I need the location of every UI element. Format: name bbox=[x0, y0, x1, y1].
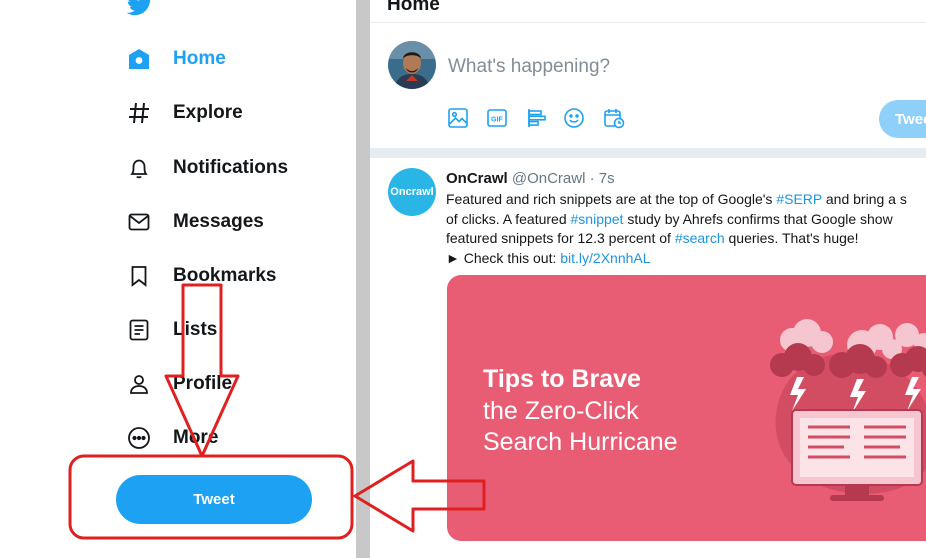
list-icon bbox=[126, 317, 152, 343]
sidebar-item-label: Explore bbox=[173, 102, 243, 123]
sidebar-item-bookmarks[interactable]: Bookmarks bbox=[126, 259, 277, 293]
tweet-image-card[interactable]: Tips to Brave the Zero-Click Search Hurr… bbox=[447, 275, 926, 541]
sidebar-item-label: Lists bbox=[173, 319, 218, 340]
home-icon bbox=[126, 46, 152, 72]
hashtag-icon bbox=[126, 100, 152, 126]
schedule-icon[interactable] bbox=[602, 106, 626, 130]
screenshot: Home Explore Notifications Messages Book bbox=[0, 0, 926, 558]
more-icon bbox=[126, 425, 152, 451]
image-icon[interactable] bbox=[446, 106, 470, 130]
tweet-text-segment: Featured and rich snippets are at the to… bbox=[446, 191, 777, 207]
sidebar-item-home[interactable]: Home bbox=[126, 42, 226, 76]
tweet-text-segment: featured snippets for 12.3 percent of bbox=[446, 230, 675, 246]
poll-icon[interactable] bbox=[525, 106, 549, 130]
sidebar-item-explore[interactable]: Explore bbox=[126, 96, 243, 130]
column-divider bbox=[356, 0, 370, 558]
page-title: Home bbox=[387, 0, 440, 15]
tweet-avatar[interactable]: Oncrawl bbox=[388, 168, 436, 216]
sidebar-item-messages[interactable]: Messages bbox=[126, 205, 264, 239]
main-timeline: Home GIF Twe bbox=[370, 0, 926, 558]
hashtag-link[interactable]: #SERP bbox=[776, 191, 822, 207]
sidebar-item-label: More bbox=[173, 427, 219, 448]
header-divider bbox=[370, 22, 926, 23]
sidebar-item-label: Messages bbox=[173, 211, 264, 232]
compose-input[interactable] bbox=[448, 56, 828, 78]
url-link[interactable]: bit.ly/2XnnhAL bbox=[560, 250, 650, 266]
twitter-logo-icon[interactable] bbox=[126, 0, 154, 16]
sidebar-item-label: Bookmarks bbox=[173, 265, 277, 286]
sidebar-item-label: Home bbox=[173, 48, 226, 69]
person-icon bbox=[126, 371, 152, 397]
tweet-text: Featured and rich snippets are at the to… bbox=[446, 190, 926, 268]
hashtag-link[interactable]: #snippet bbox=[571, 211, 624, 227]
tweet-meta: @OnCrawl · 7s bbox=[511, 170, 615, 187]
bell-icon bbox=[126, 155, 152, 181]
sidebar-item-more[interactable]: More bbox=[126, 421, 218, 455]
tweet-header: OnCrawl @OnCrawl · 7s bbox=[446, 170, 615, 187]
sidebar-item-lists[interactable]: Lists bbox=[126, 313, 217, 347]
avatar[interactable] bbox=[388, 41, 436, 89]
storm-computer-illustration bbox=[770, 319, 926, 501]
tweet-text-segment: ► Check this out: bbox=[446, 249, 561, 266]
tweet-text-segment: study by Ahrefs confirms that Google sho… bbox=[623, 210, 893, 227]
sidebar-item-notifications[interactable]: Notifications bbox=[126, 151, 288, 185]
sidebar-tweet-button[interactable]: Tweet bbox=[116, 475, 312, 524]
card-headline: Tips to Brave bbox=[483, 365, 641, 393]
tweet-text-segment: of clicks. A featured bbox=[446, 210, 571, 227]
hashtag-link[interactable]: #search bbox=[675, 230, 725, 246]
tweet-text-segment: queries. That's huge! bbox=[724, 230, 859, 246]
sidebar: Home Explore Notifications Messages Book bbox=[0, 0, 356, 558]
tweet-text-segment: and bring a s bbox=[822, 191, 907, 207]
card-subline: Search Hurricane bbox=[483, 428, 678, 456]
svg-text:GIF: GIF bbox=[491, 117, 503, 124]
compose-tweet-button[interactable]: Tweet bbox=[879, 100, 926, 138]
sidebar-item-label: Notifications bbox=[173, 157, 289, 178]
gif-icon[interactable]: GIF bbox=[485, 106, 509, 130]
section-separator bbox=[370, 148, 926, 158]
emoji-icon[interactable] bbox=[562, 106, 586, 130]
bookmark-icon bbox=[126, 263, 152, 289]
sidebar-item-profile[interactable]: Profile bbox=[126, 367, 232, 401]
envelope-icon bbox=[126, 209, 152, 235]
tweet-author-name[interactable]: OnCrawl bbox=[446, 170, 508, 187]
sidebar-item-label: Profile bbox=[173, 373, 233, 394]
card-subline: the Zero-Click bbox=[483, 397, 639, 425]
